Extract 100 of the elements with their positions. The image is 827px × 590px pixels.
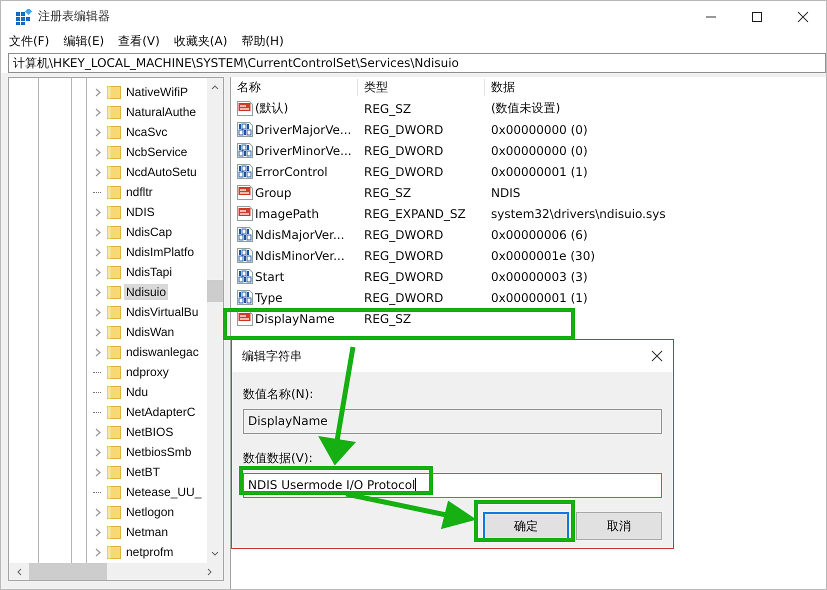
folder-icon [107, 126, 121, 138]
value-name[interactable]: DriverMajorVe... [255, 122, 352, 136]
tree-item[interactable]: NdisTapi [124, 264, 174, 280]
tree-item[interactable]: netprofm [124, 544, 176, 560]
menu-item[interactable]: 收藏夹(A) [174, 33, 228, 50]
value-name[interactable]: DriverMinorVe... [255, 144, 352, 158]
chevron-icon[interactable] [95, 108, 101, 116]
menu-item[interactable]: 帮助(H) [241, 33, 284, 50]
chevron-icon[interactable] [95, 248, 101, 256]
value-name[interactable]: Start [255, 270, 284, 284]
scrollbar-thumb[interactable] [29, 563, 107, 580]
binary-value-icon [237, 227, 253, 242]
column-header[interactable]: 类型 [357, 79, 484, 96]
tree-item[interactable]: NdisWan [124, 324, 176, 340]
tree-item[interactable]: NdisCap [124, 224, 174, 240]
chevron-icon[interactable] [95, 528, 101, 536]
tree-item[interactable]: Ndu [124, 384, 150, 400]
tree-item[interactable]: NetbiosSmb [124, 444, 194, 460]
close-icon[interactable] [797, 10, 809, 22]
tree-item[interactable]: NdisImPlatfo [124, 244, 196, 260]
value-data-field[interactable]: NDIS Usermode I/O Protocol [243, 473, 662, 498]
maximize-icon[interactable] [751, 10, 763, 22]
chevron-icon[interactable] [95, 328, 101, 336]
tree-item[interactable]: NdisVirtualBu [124, 304, 200, 320]
folder-icon [107, 146, 121, 158]
chevron-icon[interactable] [95, 288, 101, 296]
value-type: REG_DWORD [363, 228, 444, 242]
scrollbar-thumb[interactable] [207, 280, 223, 302]
tree-item[interactable]: NetBIOS [124, 424, 176, 440]
value-name[interactable]: (默认) [255, 100, 288, 117]
value-name[interactable]: Type [255, 290, 283, 304]
tree-item[interactable]: NetAdapterC [124, 404, 198, 420]
string-value-icon [237, 311, 253, 326]
folder-icon [107, 286, 121, 298]
chevron-icon[interactable] [95, 208, 101, 216]
column-header[interactable]: 名称 [231, 79, 357, 96]
value-name[interactable]: ImagePath [255, 206, 319, 220]
tree-item[interactable]: NativeWifiP [124, 84, 190, 100]
tree-item[interactable]: Netlogon [124, 504, 176, 520]
value-name-field[interactable]: DisplayName [243, 409, 662, 434]
value-type: REG_SZ [363, 312, 412, 326]
tree-item[interactable]: NcbService [124, 144, 190, 160]
close-icon[interactable] [651, 350, 663, 362]
scroll-left-icon[interactable] [16, 568, 22, 576]
folder-icon [107, 166, 121, 178]
folder-icon [107, 226, 121, 238]
chevron-icon[interactable] [95, 468, 101, 476]
folder-icon [107, 406, 121, 418]
chevron-icon[interactable] [95, 148, 101, 156]
folder-icon [107, 546, 121, 558]
chevron-icon[interactable] [95, 168, 101, 176]
binary-value-icon [237, 164, 253, 179]
chevron-icon[interactable] [95, 228, 101, 236]
chevron-icon[interactable] [95, 508, 101, 516]
scroll-up-icon[interactable] [211, 84, 219, 90]
chevron-icon[interactable] [95, 128, 101, 136]
value-name[interactable]: Group [255, 186, 292, 200]
horizontal-scrollbar[interactable] [9, 563, 223, 580]
tree-item[interactable]: NDIS [124, 204, 157, 220]
folder-icon [107, 246, 121, 258]
scroll-right-icon[interactable] [207, 568, 213, 576]
chevron-icon[interactable] [95, 348, 101, 356]
value-name[interactable]: NdisMinorVer... [255, 248, 345, 262]
tree-item[interactable]: NcdAutoSetu [124, 164, 199, 180]
value-type: REG_EXPAND_SZ [363, 206, 467, 220]
window-title: 注册表编辑器 [38, 8, 110, 25]
tree-item[interactable]: NcaSvc [124, 124, 170, 140]
scroll-down-icon[interactable] [211, 551, 219, 557]
value-type: REG_SZ [363, 186, 412, 200]
tree-item[interactable]: Ndisuio [124, 284, 168, 300]
column-header[interactable]: 数据 [484, 79, 515, 96]
tree-item[interactable]: Netease_UU_ [124, 484, 204, 500]
folder-icon [107, 186, 121, 198]
value-data: (数值未设置) [490, 100, 560, 117]
chevron-icon[interactable] [95, 268, 101, 276]
value-name[interactable]: DisplayName [255, 312, 335, 326]
value-data: NDIS [490, 186, 520, 200]
value-name[interactable]: ErrorControl [255, 164, 328, 178]
tree-item[interactable]: ndiswanlegac [124, 344, 201, 360]
value-type: REG_DWORD [363, 164, 444, 178]
chevron-icon[interactable] [95, 88, 101, 96]
address-bar[interactable]: 计算机\HKEY_LOCAL_MACHINE\SYSTEM\CurrentControlSet\Services\Ndisuio [8, 53, 826, 73]
chevron-icon[interactable] [95, 448, 101, 456]
folder-icon [107, 486, 121, 498]
tree-item[interactable]: Netman [124, 524, 170, 540]
chevron-icon[interactable] [95, 308, 101, 316]
menu-item[interactable]: 文件(F) [9, 33, 50, 50]
chevron-icon[interactable] [95, 428, 101, 436]
tree-item[interactable]: NaturalAuthe [124, 104, 198, 120]
menu-item[interactable]: 查看(V) [118, 33, 160, 50]
menu-item[interactable]: 编辑(E) [63, 33, 104, 50]
chevron-icon[interactable] [95, 548, 101, 556]
tree-item[interactable]: ndfltr [124, 184, 155, 200]
vertical-scrollbar[interactable] [207, 78, 223, 563]
cancel-button[interactable]: 取消 [576, 512, 662, 540]
value-name[interactable]: NdisMajorVer... [255, 228, 344, 242]
tree-item[interactable]: NetBT [124, 464, 162, 480]
folder-icon [107, 366, 121, 378]
tree-item[interactable]: ndproxy [124, 364, 171, 380]
ok-button[interactable]: 确定 [483, 512, 569, 540]
